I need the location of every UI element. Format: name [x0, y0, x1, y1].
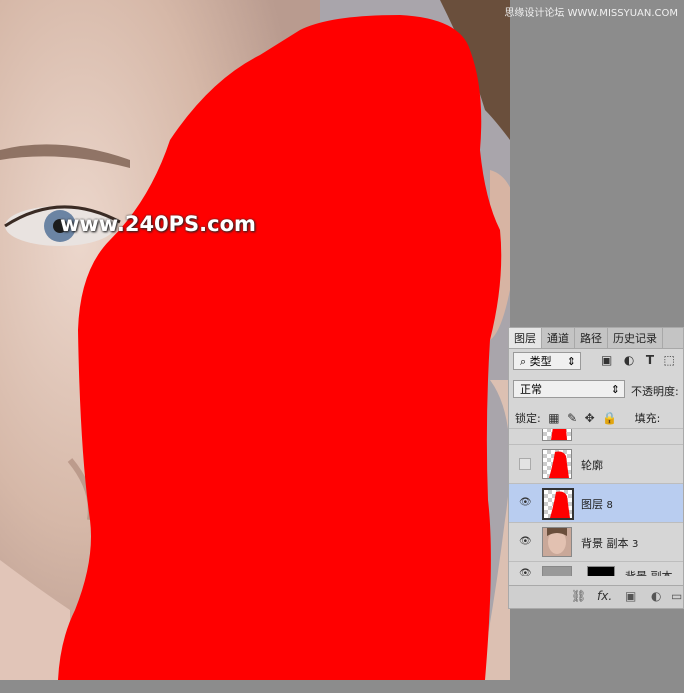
layer-row-partial[interactable]: 👁 背景 副本	[509, 561, 683, 576]
panel-tabs: 图层 通道 路径 历史记录	[509, 328, 683, 349]
adjustment-icon[interactable]: ◐	[651, 589, 661, 603]
layer-row[interactable]: 👁 背景 副本 3	[509, 522, 683, 561]
type-filter-icon[interactable]: T	[646, 353, 654, 367]
site-watermark-center: www.240PS.com	[60, 212, 256, 236]
adjustment-filter-icon[interactable]: ◐	[624, 353, 634, 367]
lock-label: 锁定:	[515, 412, 541, 425]
layer-name: 背景 副本	[625, 568, 673, 576]
dropdown-arrows-icon: ⇕	[566, 355, 576, 368]
lock-paint-icon[interactable]: ✎	[567, 411, 577, 425]
eye-icon[interactable]: 👁	[519, 568, 532, 576]
filter-search-icon: ⌕	[520, 355, 530, 368]
fill-label: 填充:	[634, 412, 661, 425]
layer-mask-thumbnail	[587, 566, 615, 576]
fx-icon[interactable]: fx.	[597, 589, 612, 603]
link-icon[interactable]: ⛓	[571, 589, 586, 603]
layer-name: 轮廓	[581, 459, 603, 472]
photo	[0, 0, 510, 680]
layer-row-partial[interactable]	[509, 428, 683, 443]
layer-name-text: 背景 副本	[581, 537, 629, 550]
filter-icons: ▣ ◐ T ⬚	[601, 353, 683, 367]
lock-row: 锁定: ▦ ✎ ✥ 🔒 填充:	[515, 410, 683, 426]
layer-name-number: 8	[606, 500, 613, 511]
site-watermark-top: 思缘设计论坛 WWW.MISSYUAN.COM	[504, 8, 678, 19]
layer-name-number: 3	[632, 539, 639, 550]
mask-icon[interactable]: ▣	[625, 589, 636, 603]
layer-thumbnail	[542, 429, 572, 441]
folder-icon[interactable]: ▭	[671, 589, 682, 603]
layer-thumbnail	[542, 449, 572, 479]
layer-name: 背景 副本 3	[581, 535, 638, 551]
filter-kind-select[interactable]: ⌕ 类型 ⇕	[513, 352, 581, 370]
tab-paths[interactable]: 路径	[575, 328, 608, 348]
tab-layers[interactable]: 图层	[509, 328, 542, 348]
tab-channels[interactable]: 通道	[542, 328, 575, 348]
lock-position-icon[interactable]: ✥	[585, 411, 595, 425]
eye-icon[interactable]: 👁	[519, 497, 532, 509]
layer-name-text: 图层	[581, 498, 603, 511]
dropdown-arrows-icon: ⇕	[610, 383, 620, 396]
layer-row-selected[interactable]: 👁 图层 8	[509, 483, 683, 522]
layer-name: 图层 8	[581, 496, 613, 512]
eye-icon[interactable]: 👁	[519, 536, 532, 548]
tab-history[interactable]: 历史记录	[608, 328, 663, 348]
layer-thumbnail	[542, 566, 572, 576]
layer-thumbnail	[542, 488, 574, 520]
opacity-label: 不透明度:	[631, 385, 679, 398]
lock-all-icon[interactable]: 🔒	[602, 411, 617, 425]
layer-thumbnail	[542, 527, 572, 557]
visibility-toggle-off[interactable]	[519, 458, 531, 470]
lock-transparent-icon[interactable]: ▦	[548, 411, 559, 425]
shape-filter-icon[interactable]: ⬚	[664, 353, 675, 367]
blend-mode-value: 正常	[520, 383, 542, 396]
layer-row[interactable]: 轮廓	[509, 444, 683, 483]
image-filter-icon[interactable]: ▣	[601, 353, 612, 367]
blend-mode-select[interactable]: 正常 ⇕	[513, 380, 625, 398]
panel-bottom-bar: ⛓ fx. ▣ ◐ ▭	[509, 585, 683, 608]
layers-panel: 图层 通道 路径 历史记录 ⌕ 类型 ⇕ ▣ ◐ T ⬚ 正常 ⇕ 不透明度: …	[508, 327, 684, 609]
filter-kind-value: 类型	[529, 355, 552, 368]
